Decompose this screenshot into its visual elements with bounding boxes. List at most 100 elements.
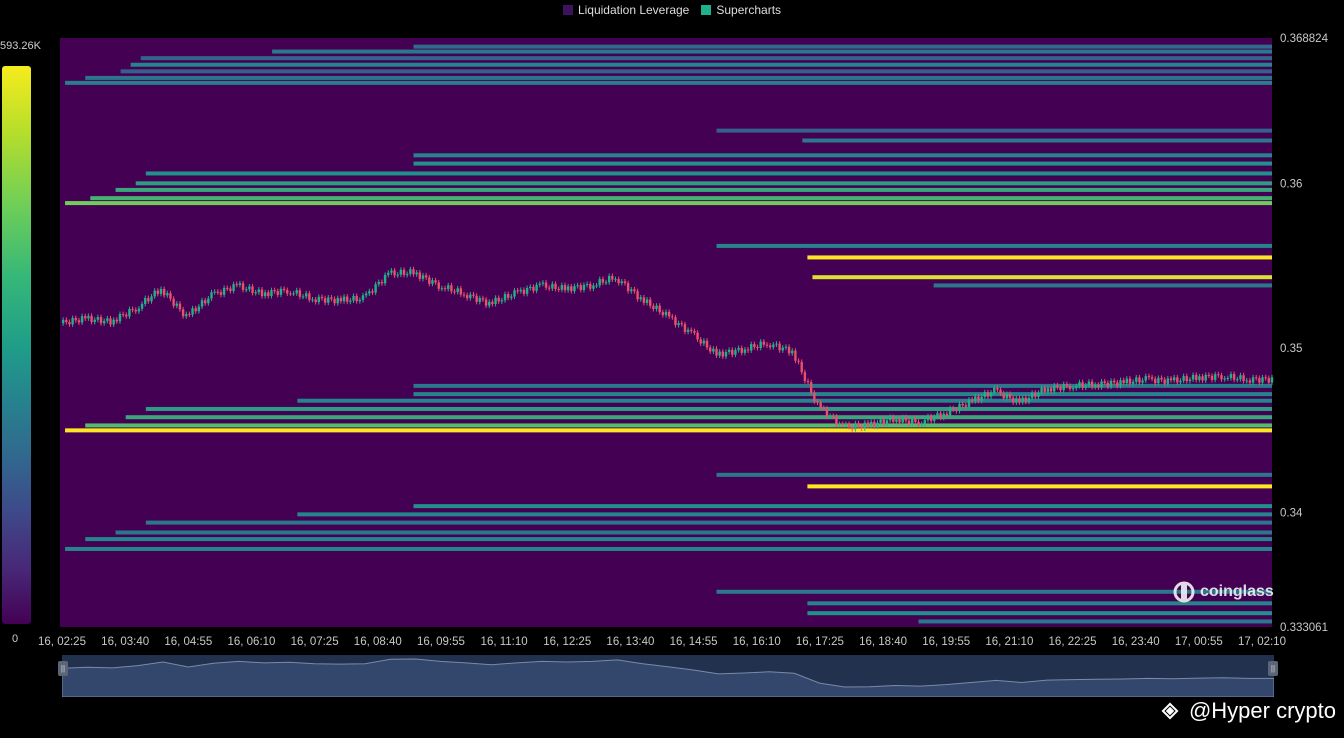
- candle-body: [207, 298, 210, 304]
- x-tick-label: 16, 16:10: [733, 636, 781, 648]
- candle-body: [645, 299, 649, 303]
- x-tick-label: 16, 19:55: [922, 636, 970, 648]
- slider-right-handle[interactable]: ||: [1268, 661, 1278, 676]
- candle-body: [1251, 377, 1255, 383]
- liquidation-band: [65, 201, 1272, 206]
- legend-item-liquidation-leverage[interactable]: Liquidation Leverage: [562, 2, 689, 18]
- candle-body: [245, 289, 248, 291]
- candle-body: [630, 289, 633, 292]
- time-range-slider[interactable]: [61, 655, 1275, 698]
- candle-body: [784, 346, 788, 348]
- x-tick-label: 16, 12:25: [543, 636, 591, 648]
- candle-body: [128, 309, 131, 317]
- candle-body: [210, 292, 213, 299]
- candle-body: [898, 419, 901, 423]
- liquidation-band: [120, 69, 1273, 74]
- candle-body: [181, 309, 185, 317]
- candle-body: [661, 312, 665, 316]
- candle-body: [945, 413, 949, 416]
- candle-body: [292, 293, 295, 295]
- candle-body: [346, 296, 349, 302]
- candle-body: [768, 345, 772, 348]
- candle-body: [1160, 377, 1163, 380]
- candle-body: [1094, 384, 1097, 388]
- candle-body: [235, 284, 238, 286]
- y-tick-label: 0.368824: [1280, 33, 1329, 45]
- candle-body: [794, 350, 797, 361]
- candle-body: [431, 280, 434, 284]
- candle-body: [1147, 376, 1151, 378]
- candle-body: [636, 291, 639, 300]
- candle-body: [462, 294, 466, 296]
- candle-body: [112, 319, 115, 325]
- candle-body: [693, 331, 696, 333]
- candle-body: [248, 286, 251, 290]
- candle-body: [585, 283, 589, 285]
- candle-body: [876, 422, 879, 427]
- candle-body: [472, 294, 475, 296]
- slider-left-handle[interactable]: ||: [58, 661, 68, 676]
- candle-body: [816, 401, 819, 403]
- candle-body: [102, 320, 106, 324]
- legend-item-supercharts[interactable]: Supercharts: [701, 2, 781, 18]
- color-scale-bar: [2, 66, 31, 624]
- candle-body: [497, 297, 500, 302]
- candle-body: [611, 275, 614, 280]
- candle-body: [967, 399, 971, 407]
- chart-legend: Liquidation Leverage Supercharts: [0, 2, 1344, 18]
- candle-body: [882, 419, 885, 425]
- candle-body: [715, 348, 718, 356]
- candle-body: [1191, 374, 1195, 380]
- candle-body: [1068, 385, 1072, 389]
- candle-body: [1049, 388, 1053, 392]
- candle-body: [1270, 377, 1274, 383]
- candle-body: [118, 314, 122, 322]
- candle-body: [1239, 375, 1242, 380]
- candle-body: [260, 289, 264, 297]
- candle-body: [1122, 380, 1125, 384]
- candle-body: [1141, 380, 1144, 383]
- candle-body: [289, 293, 292, 295]
- candle-body: [989, 392, 993, 397]
- legend-swatch-liquidation-leverage: [562, 5, 573, 15]
- candle-body: [1062, 384, 1065, 391]
- candle-body: [1245, 380, 1248, 382]
- y-axis-ticks: 0.368824 0.36 0.35 0.34 0.333061: [1280, 33, 1329, 634]
- candle-body: [342, 296, 346, 302]
- candle-body: [1195, 374, 1198, 380]
- x-tick-label: 16, 22:25: [1049, 636, 1097, 648]
- liquidation-band: [933, 283, 1272, 288]
- candle-body: [1255, 377, 1258, 379]
- x-tick-label: 16, 21:10: [985, 636, 1033, 648]
- candle-body: [1037, 392, 1040, 397]
- candle-body: [538, 283, 541, 285]
- candle-body: [1024, 397, 1028, 402]
- candle-body: [1198, 376, 1201, 380]
- candle-body: [1150, 377, 1154, 379]
- candle-body: [368, 291, 371, 294]
- candle-body: [475, 295, 478, 302]
- candle-body: [200, 300, 204, 307]
- candle-body: [87, 315, 90, 319]
- candle-body: [481, 298, 485, 300]
- candle-body: [1138, 377, 1141, 383]
- candle-body: [857, 423, 860, 427]
- candle-body: [488, 301, 491, 306]
- candle-body: [80, 316, 84, 323]
- x-tick-label: 16, 08:40: [354, 636, 402, 648]
- liquidation-band: [812, 275, 1272, 280]
- candle-body: [1103, 381, 1106, 383]
- candle-body: [860, 426, 863, 429]
- liquidation-band: [272, 49, 1273, 54]
- candle-body: [134, 309, 137, 312]
- candle-body: [349, 300, 352, 302]
- candle-body: [65, 319, 68, 323]
- candle-body: [1179, 380, 1182, 383]
- liquidation-band: [297, 398, 1273, 403]
- candle-body: [1258, 378, 1261, 383]
- candle-body: [96, 317, 100, 320]
- candle-body: [216, 291, 220, 293]
- candle-body: [510, 296, 513, 298]
- candle-body: [1119, 380, 1122, 386]
- candle-body: [1166, 378, 1170, 384]
